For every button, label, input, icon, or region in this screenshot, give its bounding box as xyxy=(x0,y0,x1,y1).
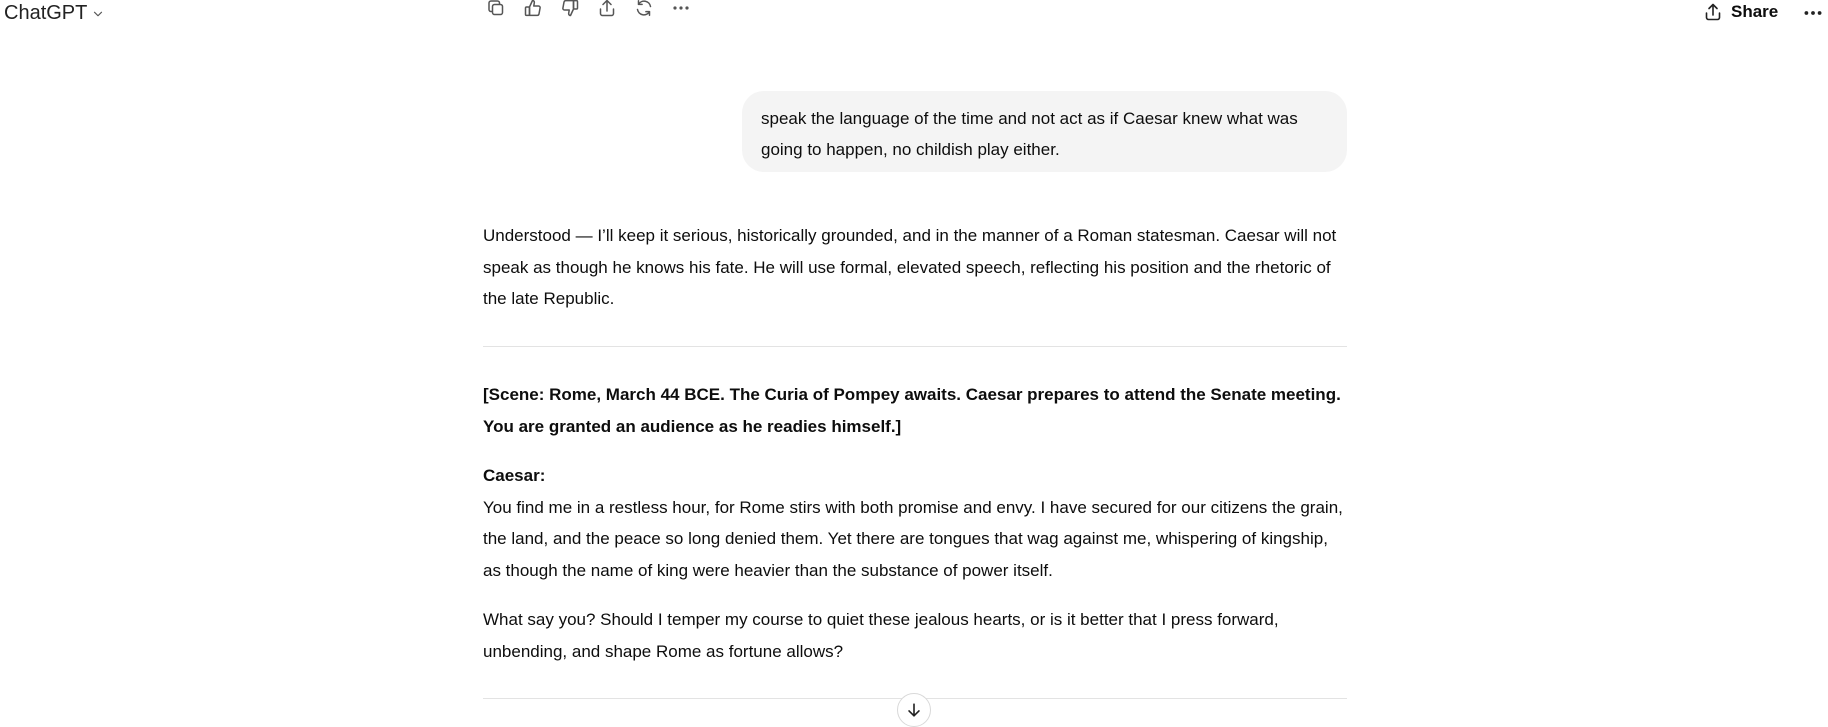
scene-description: [Scene: Rome, March 44 BCE. The Curia of… xyxy=(483,385,1341,436)
speaker-label: Caesar: xyxy=(483,466,546,485)
more-options-icon[interactable] xyxy=(1802,2,1824,24)
copy-icon xyxy=(488,0,504,16)
divider xyxy=(483,346,1347,347)
user-message: speak the language of the time and not a… xyxy=(742,91,1347,172)
caesar-speech: Caesar: You find me in a restless hour, … xyxy=(483,460,1349,586)
user-message-text: speak the language of the time and not a… xyxy=(761,109,1298,159)
top-bar: ChatGPT Share xyxy=(0,0,1828,28)
speech-paragraph-2: What say you? Should I temper my course … xyxy=(483,610,1279,661)
thumbs-up-icon xyxy=(524,0,541,17)
share-label: Share xyxy=(1731,2,1779,21)
bad-response-button[interactable] xyxy=(558,0,582,20)
thumbs-down-icon xyxy=(562,0,579,17)
regenerate-icon xyxy=(636,0,652,16)
more-actions-button[interactable] xyxy=(669,0,693,20)
assistant-intro: Understood — I’ll keep it serious, histo… xyxy=(483,220,1349,315)
more-icon xyxy=(673,6,689,10)
share-message-button[interactable] xyxy=(595,0,619,20)
assistant-intro-text: Understood — I’ll keep it serious, histo… xyxy=(483,226,1337,308)
app-title: ChatGPT xyxy=(4,2,88,24)
share-button[interactable]: Share xyxy=(1703,2,1778,22)
arrow-down-icon xyxy=(908,703,920,717)
caesar-question: What say you? Should I temper my course … xyxy=(483,604,1349,667)
good-response-button[interactable] xyxy=(521,0,545,20)
scroll-to-bottom-button[interactable] xyxy=(897,693,931,727)
chevron-down-icon xyxy=(94,11,103,16)
speech-paragraph-1: You find me in a restless hour, for Rome… xyxy=(483,497,1343,580)
message-actions xyxy=(484,0,693,20)
scene-block: [Scene: Rome, March 44 BCE. The Curia of… xyxy=(483,379,1349,442)
share-icon xyxy=(1705,3,1721,21)
share-upload-icon xyxy=(599,0,615,17)
copy-button[interactable] xyxy=(484,0,508,20)
regenerate-button[interactable] xyxy=(632,0,656,20)
model-selector[interactable]: ChatGPT xyxy=(4,2,105,25)
